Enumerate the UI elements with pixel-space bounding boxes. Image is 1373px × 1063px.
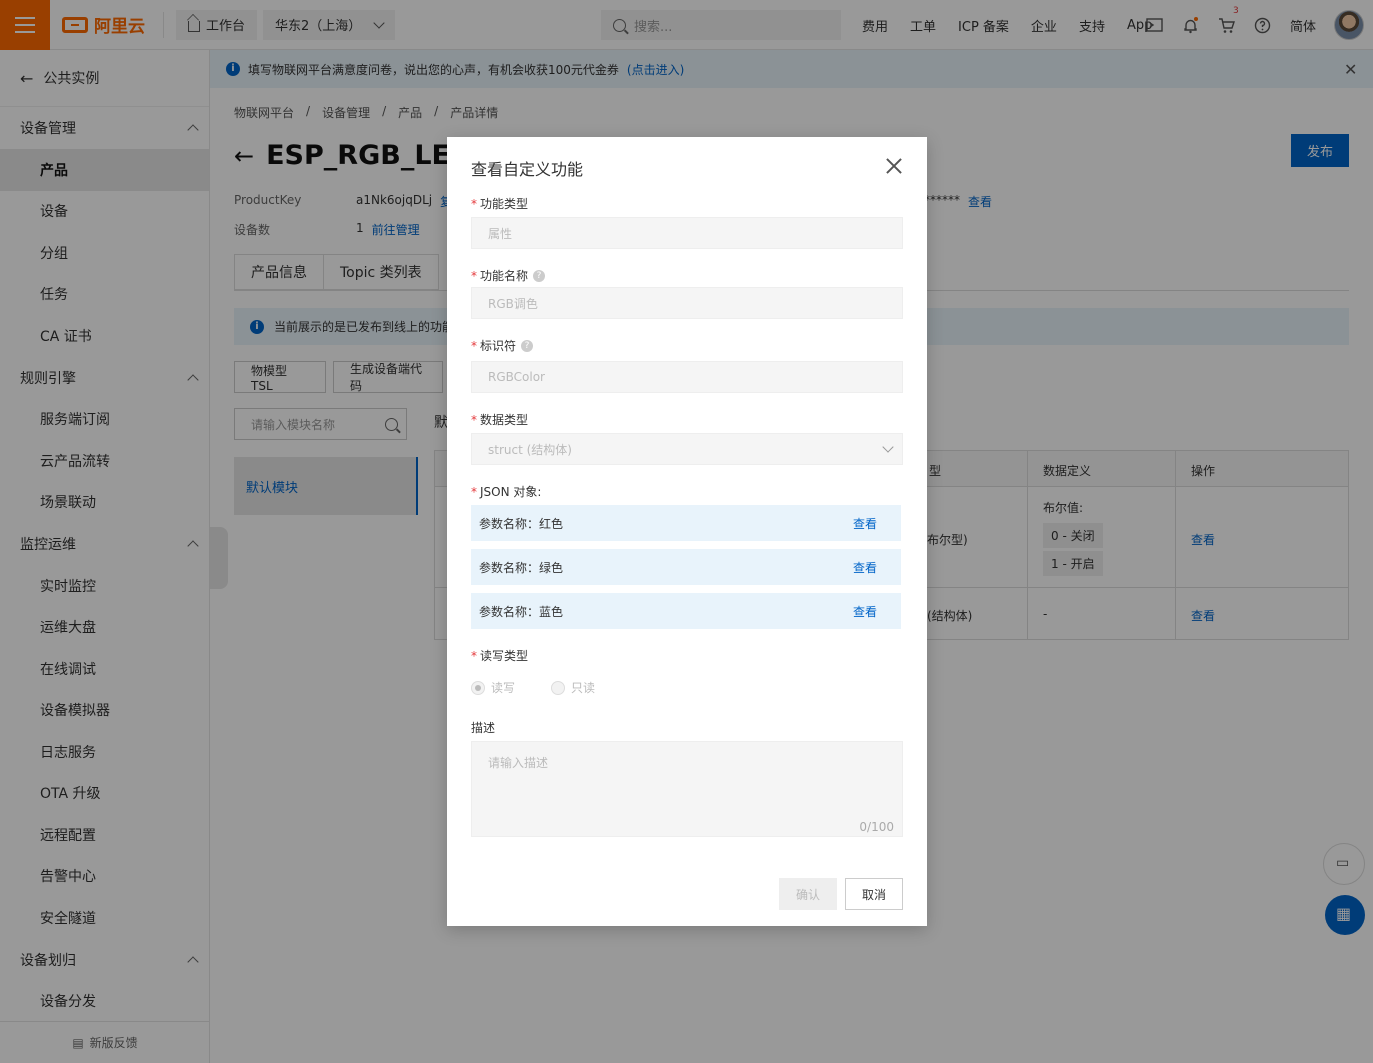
field-rw-label: * 读写类型	[471, 648, 529, 664]
radio-dot	[551, 680, 565, 695]
function-name-field: RGB调色	[471, 287, 903, 319]
radio-dot-checked	[471, 680, 485, 695]
view-custom-function-dialog: 查看自定义功能 * 功能类型 属性 * 功能名称? RGB调色 * 标识符? RGBC…	[447, 137, 927, 926]
field-json-label: * JSON 对象:	[471, 484, 542, 500]
field-type-label: * 功能类型	[471, 196, 529, 212]
close-icon[interactable]	[884, 156, 904, 176]
data-type-select: struct (结构体)	[471, 433, 903, 465]
param-green-view[interactable]: 查看	[853, 559, 877, 576]
function-type-field: 属性	[471, 217, 903, 249]
identifier-field: RGBColor	[471, 361, 903, 393]
radio-read-write: 读写	[471, 679, 515, 696]
param-red-view[interactable]: 查看	[853, 515, 877, 532]
description-textarea: 请输入描述 0/100	[471, 741, 903, 837]
field-identifier-label: * 标识符?	[471, 337, 534, 354]
param-green: 参数名称：绿色 查看	[471, 549, 901, 585]
param-blue-view[interactable]: 查看	[853, 603, 877, 620]
field-name-label: * 功能名称?	[471, 267, 546, 284]
param-blue: 参数名称：蓝色 查看	[471, 593, 901, 629]
field-desc-label: 描述	[471, 721, 496, 735]
radio-read-only: 只读	[551, 679, 595, 696]
chevron-down-icon	[882, 441, 894, 453]
param-red: 参数名称：红色 查看	[471, 505, 901, 541]
confirm-button: 确认	[779, 878, 837, 910]
help-icon[interactable]: ?	[533, 269, 546, 282]
field-data-type-label: * 数据类型	[471, 412, 529, 428]
cancel-button[interactable]: 取消	[845, 878, 903, 910]
help-icon[interactable]: ?	[521, 339, 534, 352]
char-counter: 0/100	[859, 820, 894, 834]
dialog-title: 查看自定义功能	[471, 160, 584, 179]
